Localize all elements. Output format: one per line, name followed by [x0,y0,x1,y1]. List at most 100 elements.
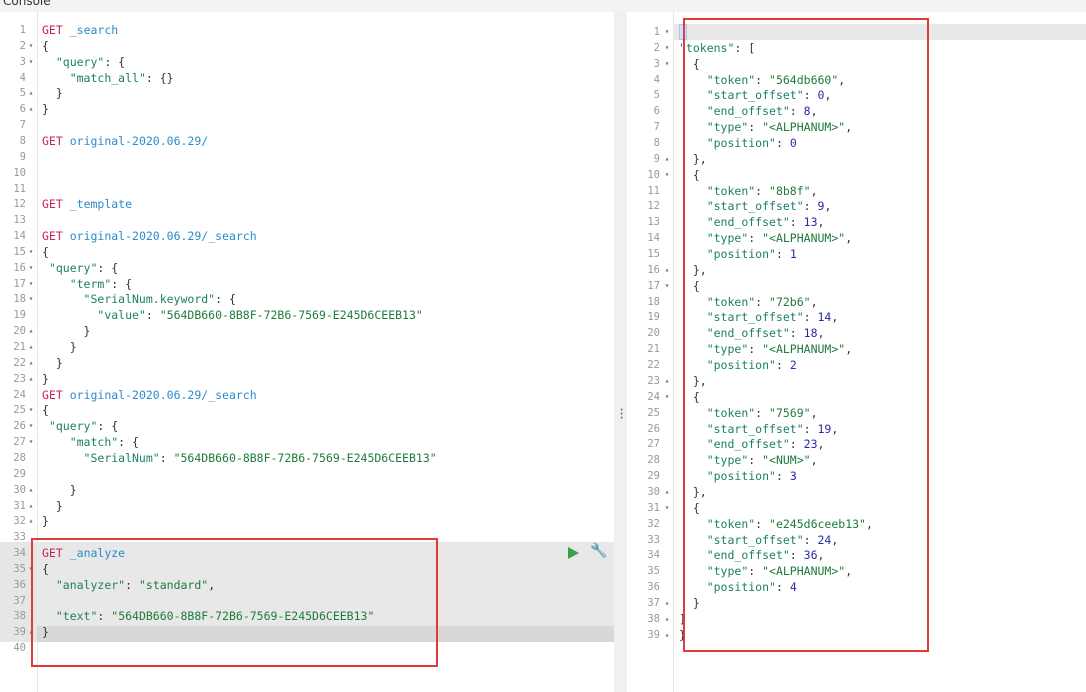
code-line[interactable]: 24 GET original-2020.06.29/_search [0,387,614,403]
line-number: 1 [653,26,660,38]
fold-open-icon[interactable]: ▾ [27,402,35,418]
fold-close-icon[interactable]: ▴ [663,373,671,389]
fold-open-icon[interactable]: ▾ [663,40,671,56]
code-token: : {} [145,70,174,85]
code-line[interactable]: 6 ▴} [0,101,614,117]
code-text: "query": { [42,418,118,434]
code-line[interactable]: 30 ▴ } [0,482,614,498]
code-line[interactable]: 3 ▾ "query": { [0,54,614,70]
code-line[interactable]: 14 GET original-2020.06.29/_search [0,228,614,244]
line-number: 6 [653,105,660,118]
fold-open-icon[interactable]: ▾ [663,500,671,516]
fold-close-icon[interactable]: ▴ [27,371,35,387]
fold-close-icon[interactable]: ▴ [663,484,671,500]
line-number: 35 [647,565,660,578]
fold-open-icon[interactable]: ▾ [663,56,671,72]
code-token: { [42,244,49,259]
code-text: "match_all": {} [42,70,174,86]
fold-open-icon[interactable]: ▾ [27,244,35,260]
code-text: GET original-2020.06.29/_search [42,387,257,403]
fold-close-icon[interactable]: ▴ [27,101,35,117]
line-number: 18 [647,295,660,308]
fold-close-icon[interactable]: ▴ [27,355,35,371]
code-line[interactable]: 11 [0,181,614,197]
code-line[interactable]: 18 ▾ "SerialNum.keyword": { [0,291,614,307]
code-line[interactable]: 20 ▴ } [0,323,614,339]
code-text: } [42,371,49,387]
fold-close-icon[interactable]: ▴ [663,262,671,278]
code-line[interactable]: 23 ▴} [0,371,614,387]
fold-close-icon[interactable]: ▴ [27,323,35,339]
code-token: "query" [48,419,98,434]
fold-close-icon[interactable]: ▴ [27,482,35,498]
code-line[interactable]: 29 [0,466,614,482]
fold-open-icon[interactable]: ▾ [663,389,671,405]
code-token: original-2020.06.29/ [69,133,209,148]
code-line[interactable]: 1 GET _search [0,22,614,38]
code-token: "match" [69,435,119,450]
code-text: "match": { [42,434,139,450]
fold-close-icon[interactable]: ▴ [663,611,671,627]
fold-open-icon[interactable]: ▾ [663,278,671,294]
code-line[interactable]: 13 [0,212,614,228]
pane-resize-handle[interactable] [614,12,627,692]
code-line[interactable]: 9 [0,149,614,165]
fold-open-icon[interactable]: ▾ [663,167,671,183]
line-number: 36 [13,578,26,591]
code-text: "query": { [42,54,125,70]
line-number: 1 [19,24,26,36]
fold-open-icon[interactable]: ▾ [27,418,35,434]
code-text: { [42,402,49,418]
fold-close-icon[interactable]: ▴ [663,627,671,643]
code-line[interactable]: 32 ▴} [0,513,614,529]
code-line[interactable]: 21 ▴ } [0,339,614,355]
code-token: : { [215,292,236,307]
fold-open-icon[interactable]: ▾ [27,291,35,307]
code-token: : { [97,260,119,275]
fold-close-icon[interactable]: ▴ [663,595,671,611]
code-line[interactable]: 28 "SerialNum": "564DB660-8B8F-72B6-7569… [0,450,614,466]
code-line[interactable]: 7 [0,117,614,133]
fold-close-icon[interactable]: ▴ [27,498,35,514]
code-line[interactable]: 22 ▴ } [0,355,614,371]
fold-close-icon[interactable]: ▴ [27,339,35,355]
fold-close-icon[interactable]: ▴ [27,513,35,529]
code-line[interactable]: 2 ▾ { [0,38,614,54]
play-icon[interactable] [568,547,579,559]
code-text: "value": "564DB660-8B8F-72B6-7569-E245D6… [42,307,423,323]
code-line[interactable]: 15 ▾ { [0,244,614,260]
fold-close-icon[interactable]: ▴ [663,151,671,167]
code-line[interactable]: 12 GET _template [0,196,614,212]
line-number: 39 [13,626,26,639]
line-number: 38 [13,610,26,623]
code-line[interactable]: 5 ▴ } [0,85,614,101]
wrench-icon[interactable]: 🔧 [590,543,607,559]
fold-open-icon[interactable]: ▾ [27,276,35,292]
code-line[interactable]: 8 GET original-2020.06.29/ [0,133,614,149]
code-token: "564DB660-8B8F-72B6-7569-E245D6CEEB13" [159,308,423,323]
fold-close-icon[interactable]: ▴ [27,85,35,101]
code-line[interactable]: 31 ▴ } [0,498,614,514]
line-number: 10 [13,166,26,179]
code-line[interactable]: 26 ▾ "query": { [0,418,614,434]
code-line[interactable]: 25 ▾ { [0,402,614,418]
fold-open-icon[interactable]: ▾ [27,54,35,70]
fold-open-icon[interactable]: ▾ [27,260,35,276]
fold-open-icon[interactable]: ▾ [663,24,671,40]
code-token: } [42,514,49,529]
code-text: } [42,513,49,529]
line-number: 30 [647,485,660,498]
code-line[interactable]: 19 "value": "564DB660-8B8F-72B6-7569-E24… [0,307,614,323]
fold-open-icon[interactable]: ▾ [27,38,35,54]
code-line[interactable]: 4 "match_all": {} [0,70,614,86]
line-number: 33 [13,531,26,544]
code-line[interactable]: 10 [0,165,614,181]
line-number: 3 [653,57,660,70]
code-line[interactable]: 17 ▾ "term": { [0,276,614,292]
fold-open-icon[interactable]: ▾ [27,434,35,450]
code-line[interactable]: 16 ▾ "query": { [0,260,614,276]
code-line[interactable]: 27 ▾ "match": { [0,434,614,450]
